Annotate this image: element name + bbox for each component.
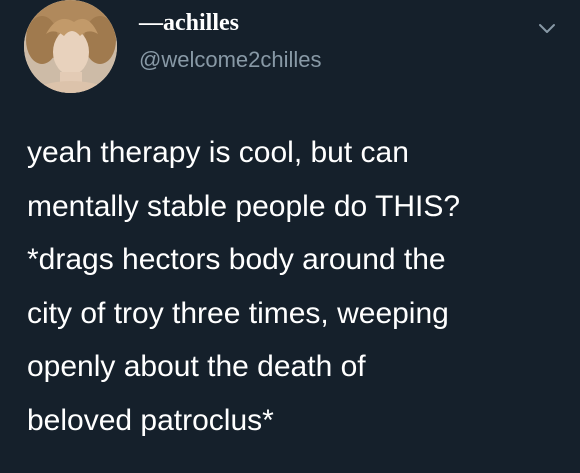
avatar-image: [24, 0, 117, 93]
tweet-text: yeah therapy is cool, but can mentally s…: [27, 136, 461, 437]
chevron-down-icon[interactable]: [537, 22, 557, 36]
author-display-name[interactable]: —achilles: [139, 9, 239, 37]
author-handle[interactable]: @welcome2chilles: [139, 47, 322, 73]
avatar[interactable]: [24, 0, 117, 93]
